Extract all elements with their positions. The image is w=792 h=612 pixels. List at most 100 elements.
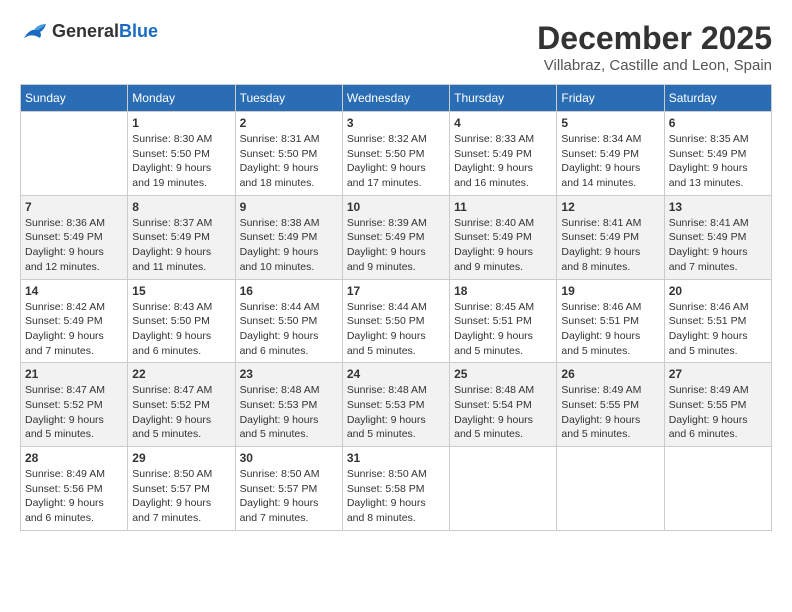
location-subtitle: Villabraz, Castille and Leon, Spain: [537, 57, 772, 74]
logo-blue-text: Blue: [119, 21, 158, 42]
day-number: 25: [454, 367, 552, 381]
day-info: Sunrise: 8:49 AM Sunset: 5:55 PM Dayligh…: [669, 383, 767, 442]
calendar-cell: 13 Sunrise: 8:41 AM Sunset: 5:49 PM Dayli…: [664, 195, 771, 279]
day-info: Sunrise: 8:30 AM Sunset: 5:50 PM Dayligh…: [132, 132, 230, 191]
day-info: Sunrise: 8:46 AM Sunset: 5:51 PM Dayligh…: [669, 300, 767, 359]
calendar-week-row: 21Sunrise: 8:47 AM Sunset: 5:52 PM Dayli…: [21, 363, 772, 447]
day-info: Sunrise: 8:39 AM Sunset: 5:49 PM Dayligh…: [347, 216, 445, 275]
day-number: 18: [454, 284, 552, 298]
calendar-cell: 15Sunrise: 8:43 AM Sunset: 5:50 PM Dayli…: [128, 279, 235, 363]
calendar-week-row: 28Sunrise: 8:49 AM Sunset: 5:56 PM Dayli…: [21, 447, 772, 531]
day-info: Sunrise: 8:48 AM Sunset: 5:53 PM Dayligh…: [240, 383, 338, 442]
day-number: 26: [561, 367, 659, 381]
day-number: 19: [561, 284, 659, 298]
calendar-cell: 27 Sunrise: 8:49 AM Sunset: 5:55 PM Dayli…: [664, 363, 771, 447]
day-info: Sunrise: 8:45 AM Sunset: 5:51 PM Dayligh…: [454, 300, 552, 359]
calendar-cell: 12 Sunrise: 8:41 AM Sunset: 5:49 PM Dayli…: [557, 195, 664, 279]
day-info: Sunrise: 8:43 AM Sunset: 5:50 PM Dayligh…: [132, 300, 230, 359]
day-number: 13: [669, 200, 767, 214]
calendar-cell: 31 Sunrise: 8:50 AM Sunset: 5:58 PM Dayli…: [342, 447, 449, 531]
day-number: 5: [561, 116, 659, 130]
calendar-cell: 29Sunrise: 8:50 AM Sunset: 5:57 PM Dayli…: [128, 447, 235, 531]
calendar-header-row: SundayMondayTuesdayWednesdayThursdayFrid…: [21, 85, 772, 112]
calendar-cell: 23 Sunrise: 8:48 AM Sunset: 5:53 PM Dayli…: [235, 363, 342, 447]
day-number: 7: [25, 200, 123, 214]
day-info: Sunrise: 8:42 AM Sunset: 5:49 PM Dayligh…: [25, 300, 123, 359]
calendar-cell: 8Sunrise: 8:37 AM Sunset: 5:49 PM Daylig…: [128, 195, 235, 279]
day-number: 6: [669, 116, 767, 130]
day-number: 10: [347, 200, 445, 214]
day-number: 9: [240, 200, 338, 214]
calendar-cell: [664, 447, 771, 531]
day-number: 29: [132, 451, 230, 465]
calendar-cell: 3 Sunrise: 8:32 AM Sunset: 5:50 PM Daylig…: [342, 112, 449, 196]
calendar-cell: 18 Sunrise: 8:45 AM Sunset: 5:51 PM Dayli…: [450, 279, 557, 363]
calendar-cell: 5 Sunrise: 8:34 AM Sunset: 5:49 PM Daylig…: [557, 112, 664, 196]
day-of-week-header: Wednesday: [342, 85, 449, 112]
logo-icon: [20, 20, 48, 42]
calendar-cell: 11 Sunrise: 8:40 AM Sunset: 5:49 PM Dayli…: [450, 195, 557, 279]
day-info: Sunrise: 8:48 AM Sunset: 5:53 PM Dayligh…: [347, 383, 445, 442]
day-number: 21: [25, 367, 123, 381]
calendar-cell: 28Sunrise: 8:49 AM Sunset: 5:56 PM Dayli…: [21, 447, 128, 531]
day-info: Sunrise: 8:48 AM Sunset: 5:54 PM Dayligh…: [454, 383, 552, 442]
day-info: Sunrise: 8:41 AM Sunset: 5:49 PM Dayligh…: [561, 216, 659, 275]
day-of-week-header: Monday: [128, 85, 235, 112]
day-info: Sunrise: 8:50 AM Sunset: 5:57 PM Dayligh…: [240, 467, 338, 526]
month-title: December 2025: [537, 20, 772, 57]
day-number: 12: [561, 200, 659, 214]
calendar-cell: 16Sunrise: 8:44 AM Sunset: 5:50 PM Dayli…: [235, 279, 342, 363]
calendar-cell: 30 Sunrise: 8:50 AM Sunset: 5:57 PM Dayli…: [235, 447, 342, 531]
day-info: Sunrise: 8:38 AM Sunset: 5:49 PM Dayligh…: [240, 216, 338, 275]
day-info: Sunrise: 8:49 AM Sunset: 5:55 PM Dayligh…: [561, 383, 659, 442]
calendar-table: SundayMondayTuesdayWednesdayThursdayFrid…: [20, 84, 772, 531]
day-of-week-header: Tuesday: [235, 85, 342, 112]
day-info: Sunrise: 8:40 AM Sunset: 5:49 PM Dayligh…: [454, 216, 552, 275]
calendar-cell: 20Sunrise: 8:46 AM Sunset: 5:51 PM Dayli…: [664, 279, 771, 363]
logo-general-text: General: [52, 21, 119, 42]
logo: General Blue: [20, 20, 158, 42]
calendar-week-row: 7Sunrise: 8:36 AM Sunset: 5:49 PM Daylig…: [21, 195, 772, 279]
day-number: 14: [25, 284, 123, 298]
day-info: Sunrise: 8:31 AM Sunset: 5:50 PM Dayligh…: [240, 132, 338, 191]
day-number: 1: [132, 116, 230, 130]
day-number: 17: [347, 284, 445, 298]
calendar-cell: 6 Sunrise: 8:35 AM Sunset: 5:49 PM Daylig…: [664, 112, 771, 196]
day-number: 28: [25, 451, 123, 465]
day-info: Sunrise: 8:34 AM Sunset: 5:49 PM Dayligh…: [561, 132, 659, 191]
calendar-cell: 10 Sunrise: 8:39 AM Sunset: 5:49 PM Dayli…: [342, 195, 449, 279]
calendar-week-row: 1 Sunrise: 8:30 AM Sunset: 5:50 PM Daylig…: [21, 112, 772, 196]
day-number: 27: [669, 367, 767, 381]
day-info: Sunrise: 8:37 AM Sunset: 5:49 PM Dayligh…: [132, 216, 230, 275]
header: General Blue December 2025 Villabraz, Ca…: [20, 20, 772, 74]
day-info: Sunrise: 8:32 AM Sunset: 5:50 PM Dayligh…: [347, 132, 445, 191]
day-number: 3: [347, 116, 445, 130]
day-number: 30: [240, 451, 338, 465]
day-number: 22: [132, 367, 230, 381]
day-number: 31: [347, 451, 445, 465]
day-info: Sunrise: 8:50 AM Sunset: 5:58 PM Dayligh…: [347, 467, 445, 526]
calendar-cell: [21, 112, 128, 196]
calendar-week-row: 14 Sunrise: 8:42 AM Sunset: 5:49 PM Dayli…: [21, 279, 772, 363]
day-info: Sunrise: 8:46 AM Sunset: 5:51 PM Dayligh…: [561, 300, 659, 359]
calendar-cell: 1 Sunrise: 8:30 AM Sunset: 5:50 PM Daylig…: [128, 112, 235, 196]
day-info: Sunrise: 8:41 AM Sunset: 5:49 PM Dayligh…: [669, 216, 767, 275]
day-info: Sunrise: 8:44 AM Sunset: 5:50 PM Dayligh…: [240, 300, 338, 359]
calendar-cell: 26 Sunrise: 8:49 AM Sunset: 5:55 PM Dayli…: [557, 363, 664, 447]
day-number: 2: [240, 116, 338, 130]
day-number: 4: [454, 116, 552, 130]
day-of-week-header: Thursday: [450, 85, 557, 112]
day-number: 11: [454, 200, 552, 214]
calendar-cell: 21Sunrise: 8:47 AM Sunset: 5:52 PM Dayli…: [21, 363, 128, 447]
calendar-cell: 4 Sunrise: 8:33 AM Sunset: 5:49 PM Daylig…: [450, 112, 557, 196]
day-number: 23: [240, 367, 338, 381]
day-of-week-header: Sunday: [21, 85, 128, 112]
day-info: Sunrise: 8:33 AM Sunset: 5:49 PM Dayligh…: [454, 132, 552, 191]
calendar-cell: 19 Sunrise: 8:46 AM Sunset: 5:51 PM Dayli…: [557, 279, 664, 363]
day-info: Sunrise: 8:35 AM Sunset: 5:49 PM Dayligh…: [669, 132, 767, 191]
calendar-cell: 25 Sunrise: 8:48 AM Sunset: 5:54 PM Dayli…: [450, 363, 557, 447]
day-number: 24: [347, 367, 445, 381]
calendar-cell: 24 Sunrise: 8:48 AM Sunset: 5:53 PM Dayli…: [342, 363, 449, 447]
calendar-cell: [557, 447, 664, 531]
calendar-cell: 2 Sunrise: 8:31 AM Sunset: 5:50 PM Daylig…: [235, 112, 342, 196]
